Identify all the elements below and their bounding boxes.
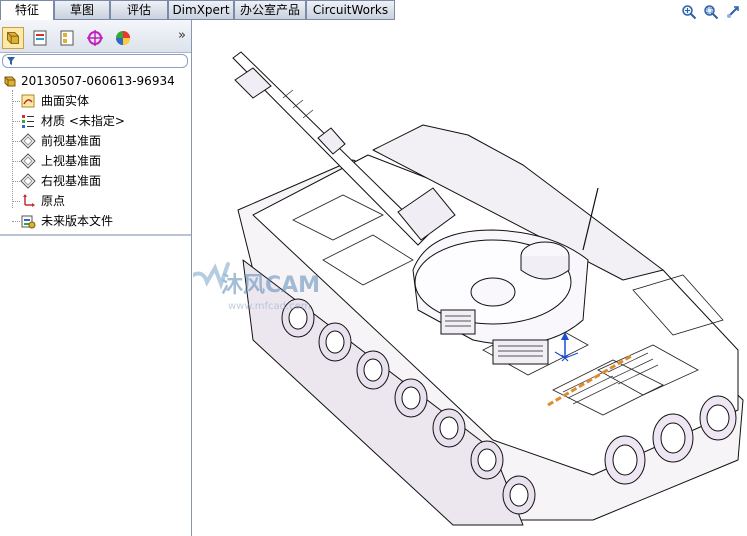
dimxpert-manager-icon[interactable] (84, 27, 106, 49)
watermark-logo-text: 沐风CAM (221, 273, 320, 298)
plane-icon (20, 133, 36, 149)
property-manager-icon[interactable] (29, 27, 51, 49)
plane-icon (20, 153, 36, 169)
tree-connector (12, 90, 13, 208)
display-manager-icon[interactable] (112, 27, 134, 49)
surface-body-icon (21, 94, 35, 108)
tab-features[interactable]: 特征 (0, 0, 54, 20)
watermark: 沐风CAM www.mfcad.com (193, 262, 320, 312)
tab-circuitworks[interactable]: CircuitWorks (306, 0, 395, 19)
graphics-viewport[interactable]: 沐风CAM www.mfcad.com (193, 20, 747, 536)
view-tools (681, 4, 741, 20)
tab-office-products[interactable]: 办公室产品 (234, 0, 306, 19)
tab-sketch[interactable]: 草图 (54, 0, 110, 19)
zoom-area-icon[interactable] (703, 4, 719, 20)
zoom-to-fit-icon[interactable] (681, 4, 697, 20)
watermark-url-text: www.mfcad.com (228, 301, 311, 312)
panel-toolbar: » (0, 20, 191, 53)
tab-dimxpert[interactable]: DimXpert (168, 0, 234, 19)
feature-manager-panel: » 20130507-060613-96934 曲面实体 材质 <未指定> 前视… (0, 20, 192, 536)
feature-manager-tree-icon[interactable] (2, 27, 24, 49)
previous-view-icon[interactable] (725, 4, 741, 20)
expand-panel-button[interactable]: » (178, 28, 186, 43)
tab-evaluate[interactable]: 评估 (110, 0, 168, 19)
part-icon (4, 76, 16, 87)
future-version-icon (21, 215, 36, 229)
material-icon (22, 115, 34, 128)
plane-icon (20, 173, 36, 189)
panel-empty-area (0, 236, 191, 536)
tree-root-label: 20130507-060613-96934 (21, 74, 175, 88)
tree-filter-field[interactable] (2, 54, 188, 68)
origin-icon (23, 194, 35, 207)
command-tab-bar: 特征 草图 评估 DimXpert 办公室产品 CircuitWorks (0, 0, 747, 20)
filter-icon (7, 57, 15, 65)
configuration-manager-icon[interactable] (56, 27, 78, 49)
